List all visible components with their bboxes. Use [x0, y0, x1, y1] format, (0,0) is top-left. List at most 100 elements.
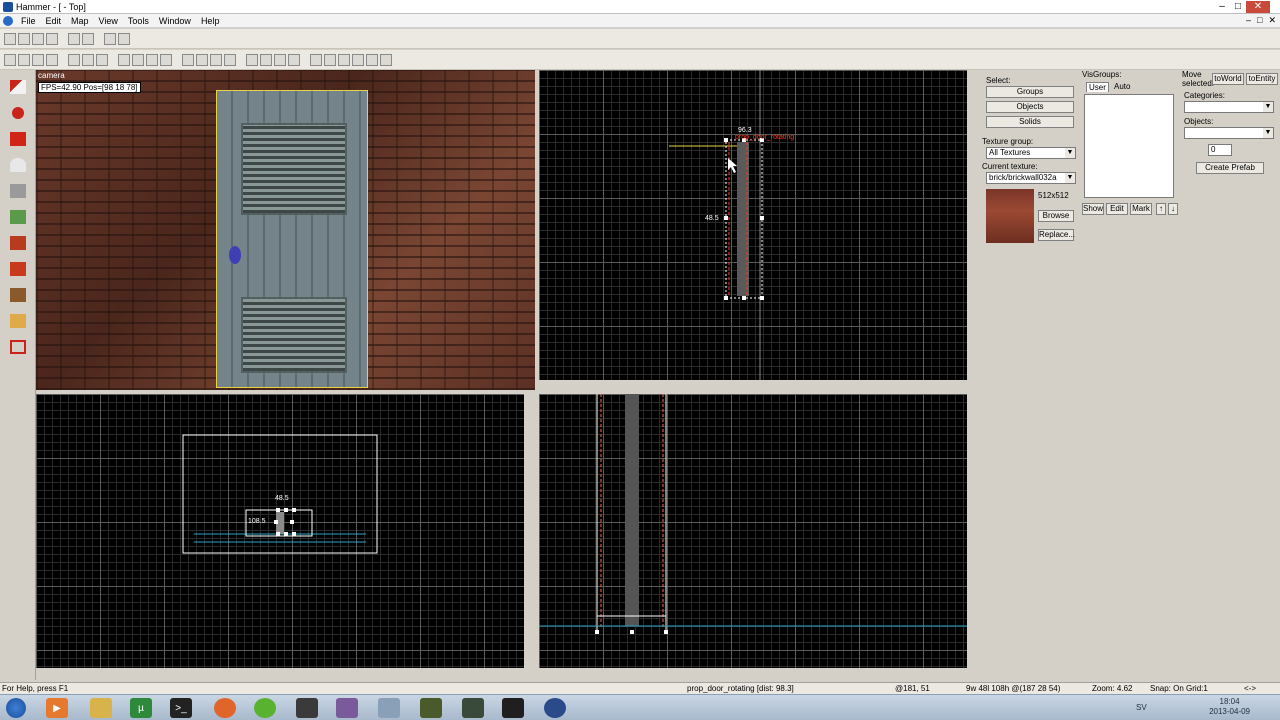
firefox-icon[interactable] — [214, 698, 236, 718]
browse-button[interactable]: Browse — [1038, 210, 1074, 222]
grid-larger-icon[interactable] — [32, 32, 44, 45]
tf2-icon[interactable] — [544, 698, 566, 718]
explorer-icon[interactable] — [90, 698, 112, 718]
language-indicator[interactable]: SV — [1136, 703, 1147, 712]
texture-tool[interactable] — [6, 206, 30, 228]
steam-icon[interactable] — [296, 698, 318, 718]
grid-3d-icon[interactable] — [46, 32, 58, 45]
texture-scale-lock-icon[interactable] — [132, 53, 144, 66]
camera-tool[interactable] — [6, 128, 30, 150]
current-texture-select[interactable]: brick/brickwall032a ▼ — [986, 172, 1076, 184]
open-icon[interactable] — [18, 53, 30, 66]
document-icon[interactable] — [3, 15, 13, 26]
to-world-button[interactable]: toWorld — [1212, 73, 1244, 85]
texture-preview[interactable] — [986, 189, 1034, 243]
instance-icon[interactable] — [338, 53, 350, 66]
side-view-vscroll[interactable] — [967, 394, 977, 668]
selection-tool[interactable] — [6, 76, 30, 98]
overlay-tool[interactable] — [6, 284, 30, 306]
menu-file[interactable]: File — [16, 16, 41, 26]
to-entity-button[interactable]: toEntity — [1246, 73, 1278, 85]
grid-toggle-icon[interactable] — [4, 32, 16, 45]
apply-texture-tool[interactable] — [6, 232, 30, 254]
objects-select[interactable]: ▼ — [1184, 127, 1274, 139]
door-model[interactable] — [216, 90, 368, 388]
front-view-vscroll[interactable] — [524, 394, 534, 668]
grid-smaller-icon[interactable] — [18, 32, 30, 45]
save-icon[interactable] — [32, 53, 44, 66]
select-icon[interactable] — [182, 53, 194, 66]
vertex-tool[interactable] — [6, 336, 30, 358]
carve-icon[interactable] — [246, 53, 258, 66]
console-icon[interactable]: >_ — [170, 698, 192, 718]
decal-tool[interactable] — [6, 258, 30, 280]
side-view-hscroll[interactable] — [539, 668, 967, 678]
tab-user[interactable]: User — [1086, 82, 1109, 92]
entity-tool[interactable] — [6, 154, 30, 176]
compile-icon[interactable] — [310, 53, 322, 66]
viewport-label[interactable]: camera — [38, 71, 65, 80]
side-2d-viewport[interactable] — [539, 394, 967, 668]
entity-report-icon[interactable] — [380, 53, 392, 66]
menu-view[interactable]: View — [94, 16, 123, 26]
front-2d-viewport[interactable]: 48.5 108.5 — [36, 394, 524, 668]
mark-button[interactable]: Mark — [1130, 203, 1152, 215]
objects-button[interactable]: Objects — [986, 101, 1074, 113]
move-to-world-icon[interactable] — [274, 53, 286, 66]
flip-vertical-icon[interactable] — [224, 53, 236, 66]
clip-tool[interactable] — [6, 310, 30, 332]
texture-lock-icon[interactable] — [118, 53, 130, 66]
flip-horizontal-icon[interactable] — [210, 53, 222, 66]
categories-select[interactable]: ▼ — [1184, 101, 1274, 113]
new-icon[interactable] — [4, 53, 16, 66]
count-stepper[interactable]: 0 — [1208, 144, 1232, 156]
undo-icon[interactable] — [104, 32, 116, 45]
visgroup-icon[interactable] — [366, 53, 378, 66]
texture-group-select[interactable]: All Textures ▼ — [986, 147, 1076, 159]
move-up-button[interactable]: ↑ — [1156, 203, 1166, 215]
move-down-button[interactable]: ↓ — [1168, 203, 1178, 215]
zoom-icon[interactable] — [196, 53, 208, 66]
minimize-button[interactable]: – — [1214, 1, 1230, 13]
vlc-icon[interactable] — [336, 698, 358, 718]
run-map-icon[interactable] — [46, 53, 58, 66]
menu-help[interactable]: Help — [196, 16, 225, 26]
tab-auto[interactable]: Auto — [1112, 82, 1132, 91]
quick-hide-icon[interactable] — [288, 53, 300, 66]
maximize-button[interactable]: □ — [1230, 1, 1246, 13]
copy-icon[interactable] — [82, 53, 94, 66]
block-tool[interactable] — [6, 180, 30, 202]
top-view-vscroll[interactable] — [967, 70, 977, 380]
mdi-close-button[interactable]: ✕ — [1268, 15, 1276, 26]
mdi-minimize-button[interactable]: – — [1246, 15, 1251, 26]
cordon-icon[interactable] — [324, 53, 336, 66]
redo-icon[interactable] — [118, 32, 130, 45]
menu-edit[interactable]: Edit — [41, 16, 67, 26]
cm-icon[interactable] — [352, 53, 364, 66]
visgroups-list[interactable] — [1084, 94, 1174, 198]
camera-viewport[interactable]: camera FPS=42.90 Pos=[98 18 78] — [36, 70, 535, 390]
edit-button[interactable]: Edit — [1106, 203, 1128, 215]
front-view-hscroll[interactable] — [36, 668, 524, 678]
menu-tools[interactable]: Tools — [123, 16, 154, 26]
hammer-source-icon[interactable] — [462, 698, 484, 718]
show-button[interactable]: Show — [1082, 203, 1104, 215]
paste-icon[interactable] — [96, 53, 108, 66]
pen-tool-icon[interactable] — [378, 698, 400, 718]
tie-to-entity-icon[interactable] — [260, 53, 272, 66]
hide-selection-icon[interactable] — [146, 53, 158, 66]
create-prefab-button[interactable]: Create Prefab — [1196, 162, 1264, 174]
steam-client-icon[interactable] — [502, 698, 524, 718]
replace-button[interactable]: Replace... — [1038, 229, 1075, 241]
mdi-restore-button[interactable]: □ — [1257, 15, 1262, 26]
close-button[interactable]: ✕ — [1246, 1, 1270, 13]
start-button[interactable] — [6, 698, 26, 718]
magnify-tool[interactable] — [6, 102, 30, 124]
menu-map[interactable]: Map — [66, 16, 94, 26]
ungroup-icon[interactable] — [82, 32, 94, 45]
top-2d-viewport[interactable]: 96.3 prop_door_rotating 48.5 — [539, 70, 967, 380]
group-icon[interactable] — [68, 32, 80, 45]
hammer-editor-icon[interactable] — [420, 698, 442, 718]
groups-button[interactable]: Groups — [986, 86, 1074, 98]
utorrent-icon[interactable]: µ — [130, 698, 152, 718]
